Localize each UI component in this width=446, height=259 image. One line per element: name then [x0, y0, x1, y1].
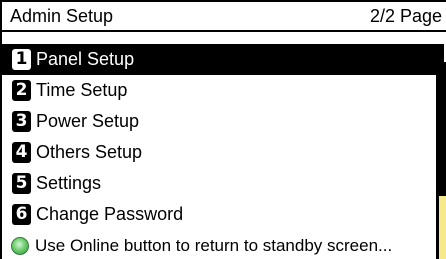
footer-message: Use Online button to return to standby s…: [35, 235, 393, 255]
menu-item-settings[interactable]: 5 Settings: [6, 168, 440, 199]
side-panel-accent: [439, 196, 446, 259]
number-badge-icon: 2: [12, 80, 31, 101]
menu-item-power-setup[interactable]: 3 Power Setup: [6, 106, 440, 137]
menu-item-label: Others Setup: [36, 142, 143, 162]
number-badge-icon: 4: [12, 142, 31, 163]
menu-item-panel-setup[interactable]: 1 Panel Setup: [2, 44, 444, 75]
page-indicator: 2/2 Page: [370, 6, 443, 26]
number-badge-icon: 5: [12, 173, 31, 194]
menu-item-label: Power Setup: [36, 111, 140, 131]
footer-hint: Use Online button to return to standby s…: [6, 230, 436, 259]
menu-item-label: Settings: [36, 173, 102, 193]
menu-list: 1 Panel Setup 2 Time Setup 3 Power Setup…: [2, 44, 444, 230]
admin-setup-screen: Admin Setup 2/2 Page 1 Panel Setup 2 Tim…: [0, 0, 446, 259]
number-badge-icon: 1: [12, 49, 31, 70]
menu-item-label: Panel Setup: [36, 49, 135, 69]
menu-item-time-setup[interactable]: 2 Time Setup: [6, 75, 440, 106]
menu-item-label: Time Setup: [36, 80, 128, 100]
page-title: Admin Setup: [10, 6, 114, 26]
online-led-icon: [11, 236, 29, 255]
menu-item-others-setup[interactable]: 4 Others Setup: [6, 137, 440, 168]
number-badge-icon: 3: [12, 111, 31, 132]
number-badge-icon: 6: [12, 204, 31, 225]
menu-item-change-password[interactable]: 6 Change Password: [6, 199, 440, 230]
menu-item-label: Change Password: [36, 204, 184, 224]
header-bar: Admin Setup 2/2 Page: [2, 2, 446, 32]
